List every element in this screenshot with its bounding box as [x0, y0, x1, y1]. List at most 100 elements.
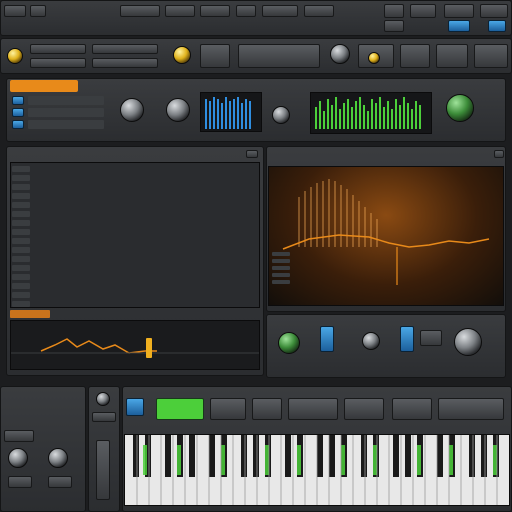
list-item[interactable]	[12, 238, 30, 244]
editor-text-column	[34, 166, 114, 306]
transport-button-4[interactable]	[480, 4, 508, 18]
effect-knob-2[interactable]	[362, 332, 380, 350]
editor-row-label	[34, 193, 114, 202]
strip-button-8[interactable]	[400, 44, 430, 68]
toolbar-button-8[interactable]	[304, 5, 334, 17]
editor-row-label	[34, 211, 114, 220]
keyboard-button-5[interactable]	[392, 398, 432, 420]
list-item[interactable]	[12, 292, 30, 298]
editor-row-label	[34, 247, 114, 256]
list-item[interactable]	[12, 175, 30, 181]
mixer-knob[interactable]	[96, 392, 110, 406]
toolbar-button-7[interactable]	[262, 5, 298, 17]
list-item[interactable]	[12, 193, 30, 199]
blue-level-meter	[200, 92, 262, 132]
keyboard-button-6[interactable]	[438, 398, 504, 420]
analyzer-close-button[interactable]	[494, 150, 504, 158]
tempo-knob[interactable]	[173, 46, 191, 64]
editor-row-label	[34, 166, 114, 175]
keyboard-green-pad[interactable]	[156, 398, 204, 420]
keyboard-button-1[interactable]	[210, 398, 246, 420]
strip-button-6[interactable]	[238, 44, 320, 68]
preset-name-badge[interactable]	[10, 80, 78, 92]
list-item[interactable]	[12, 229, 30, 235]
editor-row-label	[34, 256, 114, 265]
strip-button-5[interactable]	[200, 44, 230, 68]
editor-row-column	[12, 166, 30, 307]
track-row-3[interactable]	[28, 120, 104, 129]
effect-switch-2[interactable]	[400, 326, 414, 352]
editor-row-label	[34, 238, 114, 247]
menu-button-1[interactable]	[4, 5, 26, 17]
list-item[interactable]	[12, 166, 30, 172]
resonance-knob[interactable]	[166, 98, 190, 122]
piano-keyboard[interactable]	[124, 434, 510, 506]
track-button-1[interactable]	[12, 96, 24, 105]
editor-row-label	[34, 220, 114, 229]
keyboard-button-2[interactable]	[252, 398, 282, 420]
list-item[interactable]	[12, 211, 30, 217]
strip-button-1[interactable]	[30, 44, 86, 54]
toolbar-button-6[interactable]	[236, 5, 256, 17]
strip-button-9[interactable]	[436, 44, 468, 68]
record-button[interactable]	[448, 20, 470, 32]
effect-knob-1[interactable]	[278, 332, 300, 354]
list-item[interactable]	[12, 265, 30, 271]
strip-button-10[interactable]	[474, 44, 508, 68]
strip-button-2[interactable]	[30, 58, 86, 68]
transport-button-5[interactable]	[384, 20, 404, 32]
play-button[interactable]	[488, 20, 506, 32]
list-item[interactable]	[12, 202, 30, 208]
bottom-knob-1[interactable]	[8, 448, 28, 468]
list-item[interactable]	[12, 184, 30, 190]
bottom-left-button-3[interactable]	[48, 476, 72, 488]
list-item[interactable]	[12, 301, 30, 307]
editor-row-label	[34, 175, 114, 184]
gear-icon[interactable]	[330, 44, 350, 64]
editor-row-label	[34, 274, 114, 283]
automation-lane[interactable]	[10, 320, 260, 370]
automation-handle[interactable]	[146, 338, 152, 358]
master-volume-knob[interactable]	[7, 48, 23, 64]
list-item[interactable]	[12, 283, 30, 289]
level-knob[interactable]	[272, 106, 290, 124]
list-item[interactable]	[12, 256, 30, 262]
list-item[interactable]	[12, 247, 30, 253]
transport-button-1[interactable]	[384, 4, 404, 18]
editor-close-button[interactable]	[246, 150, 258, 158]
toolbar-button-4[interactable]	[165, 5, 195, 17]
mixer-button-1[interactable]	[92, 412, 116, 422]
mixer-fader[interactable]	[96, 440, 110, 500]
output-knob[interactable]	[446, 94, 474, 122]
menu-button-2[interactable]	[30, 5, 46, 17]
cutoff-knob[interactable]	[120, 98, 144, 122]
effect-button-1[interactable]	[420, 330, 442, 346]
effect-knob-3[interactable]	[454, 328, 482, 356]
toolbar-button-3[interactable]	[120, 5, 160, 17]
transport-button-2[interactable]	[410, 4, 436, 18]
spectrum-axis-labels	[272, 252, 296, 302]
track-button-3[interactable]	[12, 120, 24, 129]
bottom-left-button-2[interactable]	[8, 476, 32, 488]
editor-row-label	[34, 184, 114, 193]
bottom-left-button-1[interactable]	[4, 430, 34, 442]
automation-lane-header[interactable]	[10, 310, 50, 318]
toolbar-button-5[interactable]	[200, 5, 230, 17]
strip-button-4[interactable]	[92, 58, 158, 68]
fx-knob[interactable]	[368, 52, 380, 64]
transport-button-3[interactable]	[444, 4, 474, 18]
list-item[interactable]	[12, 274, 30, 280]
keyboard-mode-button[interactable]	[126, 398, 144, 416]
track-row-2[interactable]	[28, 108, 104, 117]
keyboard-button-3[interactable]	[288, 398, 338, 420]
track-button-2[interactable]	[12, 108, 24, 117]
strip-button-3[interactable]	[92, 44, 158, 54]
effect-switch-1[interactable]	[320, 326, 334, 352]
keyboard-button-4[interactable]	[344, 398, 384, 420]
spectrum-display	[268, 166, 504, 306]
editor-row-label	[34, 265, 114, 274]
bottom-knob-2[interactable]	[48, 448, 68, 468]
track-row-1[interactable]	[28, 96, 104, 105]
list-item[interactable]	[12, 220, 30, 226]
editor-row-label	[34, 202, 114, 211]
